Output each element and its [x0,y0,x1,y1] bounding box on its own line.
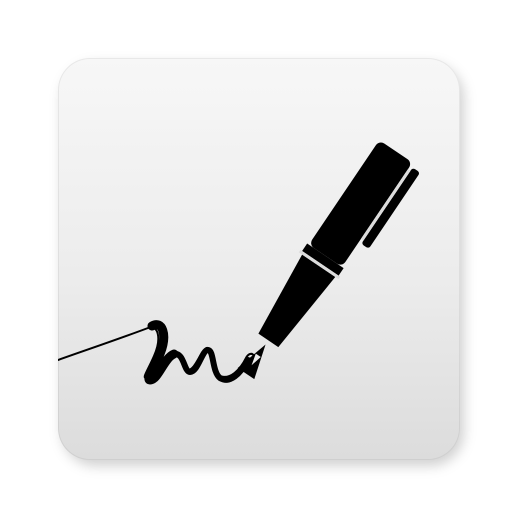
pen-icon [237,142,419,380]
pen-signature-icon [58,142,419,385]
app-icon[interactable] [58,58,460,460]
app-icon-canvas [0,0,520,520]
